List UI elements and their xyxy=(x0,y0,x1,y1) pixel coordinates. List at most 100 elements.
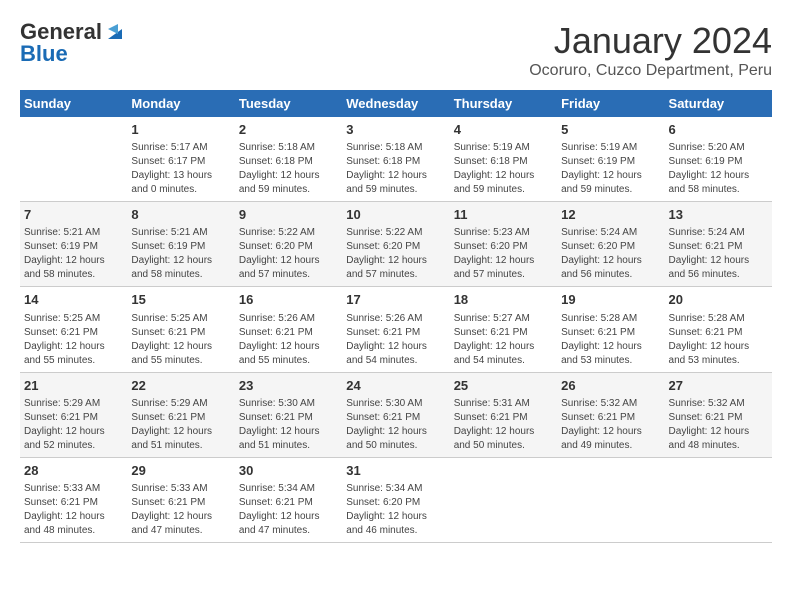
page-header: General Blue January 2024 Ocoruro, Cuzco… xyxy=(20,20,772,80)
calendar-cell xyxy=(557,457,664,542)
day-number: 3 xyxy=(346,121,445,139)
day-number: 28 xyxy=(24,462,123,480)
day-info: Sunrise: 5:32 AM Sunset: 6:21 PM Dayligh… xyxy=(669,397,768,453)
calendar-cell: 19 Sunrise: 5:28 AM Sunset: 6:21 PM Dayli… xyxy=(557,287,664,372)
day-info: Sunrise: 5:30 AM Sunset: 6:21 PM Dayligh… xyxy=(346,397,445,453)
day-info: Sunrise: 5:19 AM Sunset: 6:19 PM Dayligh… xyxy=(561,141,660,197)
day-number: 17 xyxy=(346,291,445,309)
weekday-header-cell: Sunday xyxy=(20,90,127,117)
day-info: Sunrise: 5:22 AM Sunset: 6:20 PM Dayligh… xyxy=(239,226,338,282)
day-info: Sunrise: 5:25 AM Sunset: 6:21 PM Dayligh… xyxy=(131,312,230,368)
calendar-cell: 14 Sunrise: 5:25 AM Sunset: 6:21 PM Dayli… xyxy=(20,287,127,372)
day-number: 1 xyxy=(131,121,230,139)
day-number: 4 xyxy=(454,121,553,139)
day-info: Sunrise: 5:33 AM Sunset: 6:21 PM Dayligh… xyxy=(24,482,123,538)
calendar-cell: 18 Sunrise: 5:27 AM Sunset: 6:21 PM Dayli… xyxy=(450,287,557,372)
day-info: Sunrise: 5:27 AM Sunset: 6:21 PM Dayligh… xyxy=(454,312,553,368)
weekday-header-cell: Friday xyxy=(557,90,664,117)
calendar-cell: 7Sunrise: 5:21 AM Sunset: 6:19 PM Daylig… xyxy=(20,202,127,287)
calendar-cell: 6 Sunrise: 5:20 AM Sunset: 6:19 PM Daylig… xyxy=(665,117,772,202)
day-number: 18 xyxy=(454,291,553,309)
calendar-table: SundayMondayTuesdayWednesdayThursdayFrid… xyxy=(20,90,772,543)
day-number: 31 xyxy=(346,462,445,480)
calendar-week-row: 7Sunrise: 5:21 AM Sunset: 6:19 PM Daylig… xyxy=(20,202,772,287)
day-number: 19 xyxy=(561,291,660,309)
calendar-cell: 22Sunrise: 5:29 AM Sunset: 6:21 PM Dayli… xyxy=(127,372,234,457)
day-info: Sunrise: 5:18 AM Sunset: 6:18 PM Dayligh… xyxy=(239,141,338,197)
day-info: Sunrise: 5:20 AM Sunset: 6:19 PM Dayligh… xyxy=(669,141,768,197)
calendar-cell: 13 Sunrise: 5:24 AM Sunset: 6:21 PM Dayli… xyxy=(665,202,772,287)
calendar-cell xyxy=(665,457,772,542)
day-info: Sunrise: 5:23 AM Sunset: 6:20 PM Dayligh… xyxy=(454,226,553,282)
day-number: 14 xyxy=(24,291,123,309)
day-info: Sunrise: 5:25 AM Sunset: 6:21 PM Dayligh… xyxy=(24,312,123,368)
day-info: Sunrise: 5:30 AM Sunset: 6:21 PM Dayligh… xyxy=(239,397,338,453)
calendar-week-row: 14 Sunrise: 5:25 AM Sunset: 6:21 PM Dayli… xyxy=(20,287,772,372)
day-info: Sunrise: 5:19 AM Sunset: 6:18 PM Dayligh… xyxy=(454,141,553,197)
calendar-cell: 16 Sunrise: 5:26 AM Sunset: 6:21 PM Dayli… xyxy=(235,287,342,372)
day-number: 25 xyxy=(454,377,553,395)
day-number: 11 xyxy=(454,206,553,224)
weekday-header-cell: Monday xyxy=(127,90,234,117)
day-info: Sunrise: 5:24 AM Sunset: 6:20 PM Dayligh… xyxy=(561,226,660,282)
calendar-cell: 4 Sunrise: 5:19 AM Sunset: 6:18 PM Daylig… xyxy=(450,117,557,202)
day-number: 20 xyxy=(669,291,768,309)
day-number: 15 xyxy=(131,291,230,309)
day-info: Sunrise: 5:22 AM Sunset: 6:20 PM Dayligh… xyxy=(346,226,445,282)
day-number: 26 xyxy=(561,377,660,395)
calendar-cell: 24 Sunrise: 5:30 AM Sunset: 6:21 PM Dayli… xyxy=(342,372,449,457)
day-number: 21 xyxy=(24,377,123,395)
calendar-cell: 11 Sunrise: 5:23 AM Sunset: 6:20 PM Dayli… xyxy=(450,202,557,287)
calendar-cell: 23Sunrise: 5:30 AM Sunset: 6:21 PM Dayli… xyxy=(235,372,342,457)
calendar-cell: 30 Sunrise: 5:34 AM Sunset: 6:21 PM Dayli… xyxy=(235,457,342,542)
day-info: Sunrise: 5:28 AM Sunset: 6:21 PM Dayligh… xyxy=(669,312,768,368)
day-info: Sunrise: 5:28 AM Sunset: 6:21 PM Dayligh… xyxy=(561,312,660,368)
calendar-cell: 2Sunrise: 5:18 AM Sunset: 6:18 PM Daylig… xyxy=(235,117,342,202)
day-info: Sunrise: 5:34 AM Sunset: 6:20 PM Dayligh… xyxy=(346,482,445,538)
day-number: 24 xyxy=(346,377,445,395)
day-info: Sunrise: 5:18 AM Sunset: 6:18 PM Dayligh… xyxy=(346,141,445,197)
day-info: Sunrise: 5:26 AM Sunset: 6:21 PM Dayligh… xyxy=(346,312,445,368)
calendar-cell: 20 Sunrise: 5:28 AM Sunset: 6:21 PM Dayli… xyxy=(665,287,772,372)
day-info: Sunrise: 5:31 AM Sunset: 6:21 PM Dayligh… xyxy=(454,397,553,453)
day-number: 6 xyxy=(669,121,768,139)
calendar-cell: 26 Sunrise: 5:32 AM Sunset: 6:21 PM Dayli… xyxy=(557,372,664,457)
calendar-cell: 28 Sunrise: 5:33 AM Sunset: 6:21 PM Dayli… xyxy=(20,457,127,542)
day-info: Sunrise: 5:32 AM Sunset: 6:21 PM Dayligh… xyxy=(561,397,660,453)
calendar-cell: 9 Sunrise: 5:22 AM Sunset: 6:20 PM Daylig… xyxy=(235,202,342,287)
calendar-cell: 3 Sunrise: 5:18 AM Sunset: 6:18 PM Daylig… xyxy=(342,117,449,202)
main-title: January 2024 xyxy=(529,20,772,62)
logo: General Blue xyxy=(20,20,126,67)
day-number: 5 xyxy=(561,121,660,139)
day-info: Sunrise: 5:34 AM Sunset: 6:21 PM Dayligh… xyxy=(239,482,338,538)
calendar-header-row: SundayMondayTuesdayWednesdayThursdayFrid… xyxy=(20,90,772,117)
day-number: 27 xyxy=(669,377,768,395)
calendar-cell: 27 Sunrise: 5:32 AM Sunset: 6:21 PM Dayli… xyxy=(665,372,772,457)
day-number: 30 xyxy=(239,462,338,480)
calendar-cell: 17 Sunrise: 5:26 AM Sunset: 6:21 PM Dayli… xyxy=(342,287,449,372)
day-number: 13 xyxy=(669,206,768,224)
weekday-header-cell: Wednesday xyxy=(342,90,449,117)
day-number: 22 xyxy=(131,377,230,395)
day-info: Sunrise: 5:17 AM Sunset: 6:17 PM Dayligh… xyxy=(131,141,230,197)
day-number: 12 xyxy=(561,206,660,224)
logo-icon xyxy=(104,21,126,43)
calendar-cell: 21 Sunrise: 5:29 AM Sunset: 6:21 PM Dayli… xyxy=(20,372,127,457)
day-number: 10 xyxy=(346,206,445,224)
day-number: 29 xyxy=(131,462,230,480)
calendar-body: 1 Sunrise: 5:17 AM Sunset: 6:17 PM Daylig… xyxy=(20,117,772,542)
calendar-cell: 29Sunrise: 5:33 AM Sunset: 6:21 PM Dayli… xyxy=(127,457,234,542)
calendar-cell: 12 Sunrise: 5:24 AM Sunset: 6:20 PM Dayli… xyxy=(557,202,664,287)
calendar-week-row: 21 Sunrise: 5:29 AM Sunset: 6:21 PM Dayli… xyxy=(20,372,772,457)
weekday-header-cell: Tuesday xyxy=(235,90,342,117)
calendar-cell: 25 Sunrise: 5:31 AM Sunset: 6:21 PM Dayli… xyxy=(450,372,557,457)
day-number: 7 xyxy=(24,206,123,224)
day-number: 9 xyxy=(239,206,338,224)
calendar-cell: 5 Sunrise: 5:19 AM Sunset: 6:19 PM Daylig… xyxy=(557,117,664,202)
calendar-cell xyxy=(450,457,557,542)
calendar-week-row: 1 Sunrise: 5:17 AM Sunset: 6:17 PM Daylig… xyxy=(20,117,772,202)
day-info: Sunrise: 5:24 AM Sunset: 6:21 PM Dayligh… xyxy=(669,226,768,282)
day-number: 16 xyxy=(239,291,338,309)
day-info: Sunrise: 5:26 AM Sunset: 6:21 PM Dayligh… xyxy=(239,312,338,368)
day-info: Sunrise: 5:29 AM Sunset: 6:21 PM Dayligh… xyxy=(24,397,123,453)
